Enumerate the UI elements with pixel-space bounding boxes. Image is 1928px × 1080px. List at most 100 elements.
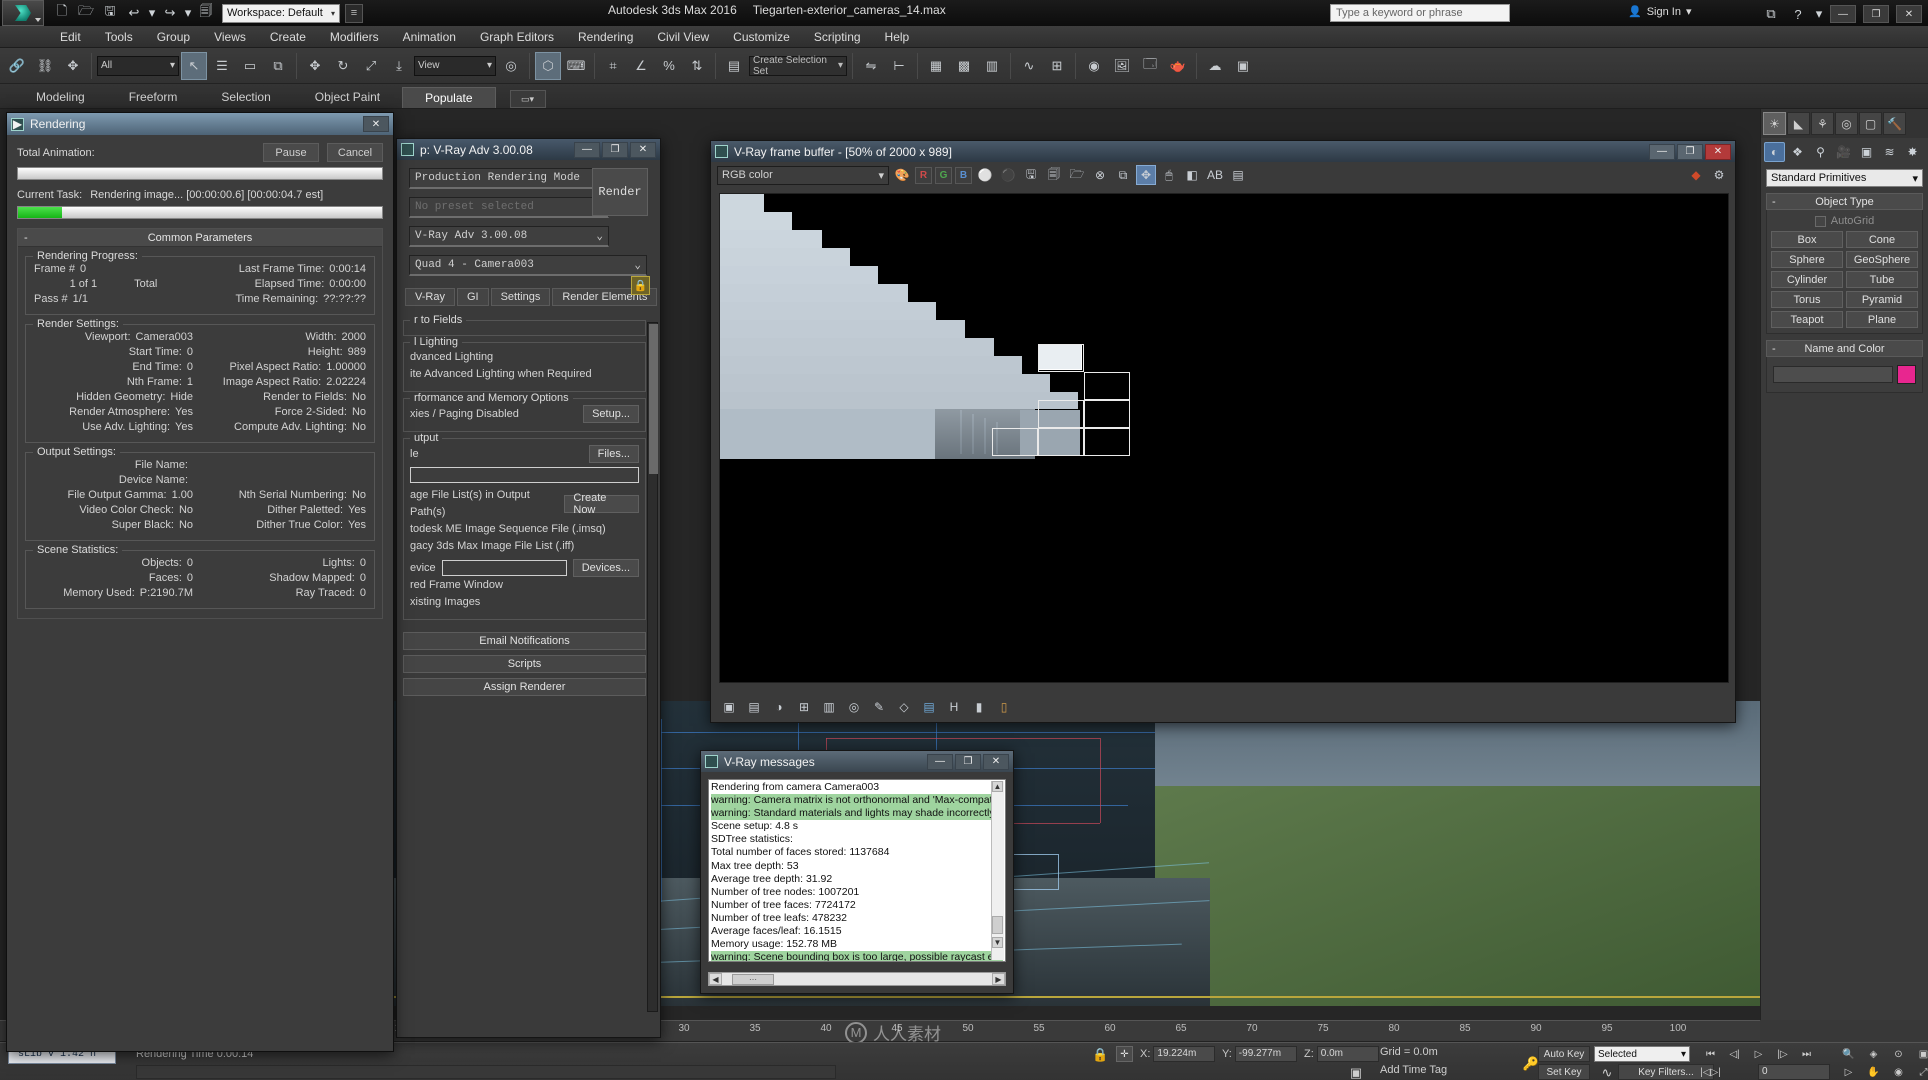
rendering-mode-dropdown[interactable]: Production Rendering Mode ⌄ — [409, 168, 609, 189]
help-icon[interactable]: ? — [1788, 4, 1808, 24]
close-button[interactable]: ✕ — [363, 116, 389, 132]
vfb-titlebar[interactable]: V-Ray frame buffer - [50% of 2000 x 989]… — [711, 141, 1735, 162]
rendered-frame-window-icon[interactable]: 🗔 — [1137, 52, 1163, 80]
tab-settings[interactable]: Settings — [490, 288, 551, 306]
current-frame-input[interactable]: 0 — [1758, 1064, 1830, 1080]
menu-item-create[interactable]: Create — [258, 26, 318, 48]
key-mode-icon[interactable]: |◁▷| — [1700, 1064, 1721, 1080]
object-name-input[interactable] — [1773, 366, 1893, 383]
walkthrough-icon[interactable]: ▷ — [1838, 1064, 1859, 1080]
copy-to-max-frame-buffer-icon[interactable]: ⧉ — [1113, 165, 1133, 185]
lock-view-icon[interactable]: 🔒 — [631, 276, 650, 295]
select-by-name-icon[interactable]: ☰ — [209, 52, 235, 80]
auto-key-button[interactable]: Auto Key — [1538, 1046, 1590, 1062]
histogram-icon[interactable]: ▥ — [819, 697, 839, 717]
command-tab-motion[interactable]: ◎ — [1835, 112, 1858, 135]
ribbon-options-dropdown[interactable]: ▭▾ — [509, 90, 546, 108]
minimize-button[interactable]: — — [1649, 143, 1675, 160]
settings-icon[interactable]: ⚙ — [1709, 165, 1729, 185]
max-application-button[interactable] — [2, 0, 44, 26]
reference-coordinate-system-dropdown[interactable]: View ▾ — [414, 55, 496, 76]
named-selection-set-input[interactable]: Create Selection Set ▾ — [749, 55, 847, 77]
autogrid-row[interactable]: AutoGrid — [1771, 215, 1918, 227]
render-region-icon[interactable]: ✥ — [1136, 165, 1156, 185]
absolute-relative-toggle-icon[interactable]: ✛ — [1116, 1046, 1133, 1062]
view-to-render-dropdown[interactable]: Quad 4 - Camera003 ⌄ — [409, 255, 647, 276]
help-dropdown-icon[interactable]: ▾ — [1815, 4, 1823, 24]
assign-renderer-rollout[interactable]: Assign Renderer — [403, 678, 646, 696]
save-file-line[interactable]: le — [410, 446, 419, 463]
render-setup-icon[interactable]: 🖼 — [1109, 52, 1135, 80]
imsq-option[interactable]: todesk ME Image Sequence File (.imsq) — [410, 521, 639, 538]
zoom-extents-icon[interactable]: ⊙ — [1888, 1046, 1909, 1062]
common-parameters-header[interactable]: - Common Parameters — [18, 229, 382, 247]
workspace-selector[interactable]: Workspace: Default ▾ — [222, 3, 340, 23]
set-key-button[interactable]: Set Key — [1538, 1064, 1590, 1080]
pause-button[interactable]: Pause — [263, 143, 319, 162]
history-icon[interactable]: ▯ — [994, 697, 1014, 717]
stereo-view-icon[interactable]: ◧ — [1182, 165, 1202, 185]
ribbon-tab-object-paint[interactable]: Object Paint — [293, 87, 402, 108]
z-field[interactable]: 0.0m — [1316, 1046, 1379, 1062]
menu-item-graph-editors[interactable]: Graph Editors — [468, 26, 566, 48]
open-icon[interactable]: 🗁 — [76, 3, 96, 23]
command-tab-display[interactable]: ▢ — [1859, 112, 1882, 135]
render-production-icon[interactable]: 🫖 — [1165, 52, 1191, 80]
alpha-channel-icon[interactable]: ⚪ — [975, 165, 995, 185]
zoom-all-icon[interactable]: ◈ — [1863, 1046, 1884, 1062]
selection-filter-dropdown[interactable]: All ▾ — [97, 55, 179, 76]
key-mode-dropdown[interactable]: Selected ▾ — [1594, 1046, 1690, 1062]
zoom-region-icon[interactable]: ▣ — [1913, 1046, 1928, 1062]
save-icon[interactable]: 🖫 — [100, 3, 120, 23]
collapse-icon[interactable]: - — [24, 232, 28, 244]
helpers-icon[interactable]: ▣ — [1856, 142, 1877, 162]
new-icon[interactable]: 🗋 — [52, 3, 72, 23]
red-channel-icon[interactable]: R — [915, 166, 932, 184]
force-color-clamp-icon[interactable]: ▣ — [719, 697, 739, 717]
undo-dropdown-icon[interactable]: ▾ — [148, 3, 156, 23]
green-channel-icon[interactable]: G — [935, 166, 952, 184]
add-time-tag-button[interactable]: Add Time Tag — [1380, 1064, 1498, 1080]
vray-raw-icon[interactable]: ◇ — [894, 697, 914, 717]
scripts-rollout[interactable]: Scripts — [403, 655, 646, 673]
search-input[interactable]: Type a keyword or phrase — [1330, 4, 1510, 22]
bind-to-space-warp-icon[interactable]: ✥ — [60, 52, 86, 80]
render-button[interactable]: Render — [592, 168, 648, 216]
save-all-channels-icon[interactable]: 🗐 — [1044, 165, 1064, 185]
minimize-button[interactable]: — — [574, 141, 600, 158]
redo-icon[interactable]: ↪ — [160, 3, 180, 23]
schematic-view-icon[interactable]: ⊞ — [1044, 52, 1070, 80]
compute-advanced-lighting-option[interactable]: ite Advanced Lighting when Required — [410, 366, 639, 383]
geometry-icon[interactable]: ◐ — [1764, 142, 1785, 162]
material-editor-icon[interactable]: ◉ — [1081, 52, 1107, 80]
pixel-aspect-icon[interactable]: ▤ — [1228, 165, 1248, 185]
render-setup-dialog[interactable]: p: V-Ray Adv 3.00.08 — ❐ ✕ Production Re… — [396, 138, 661, 1038]
monochrome-icon[interactable]: ⚫ — [998, 165, 1018, 185]
create-box-button[interactable]: Box — [1771, 231, 1843, 248]
command-tab-utilities[interactable]: 🔨 — [1883, 112, 1906, 135]
menu-item-views[interactable]: Views — [202, 26, 258, 48]
blue-channel-icon[interactable]: B — [955, 166, 972, 184]
unlink-icon[interactable]: ⛓ — [32, 52, 58, 80]
preset-dropdown[interactable]: No preset selected ⌄ — [409, 197, 609, 218]
create-pyramid-button[interactable]: Pyramid — [1846, 291, 1918, 308]
set-project-icon[interactable]: 🗐 — [196, 3, 216, 23]
horizontal-scrollbar[interactable]: ◀ ⋯ ▶ — [708, 972, 1006, 986]
menu-item-animation[interactable]: Animation — [391, 26, 468, 48]
scroll-left-icon[interactable]: ◀ — [709, 973, 722, 985]
pan-icon[interactable]: ✋ — [1863, 1064, 1884, 1080]
color-swatch-icon[interactable]: 🎨 — [892, 165, 912, 185]
maximize-button[interactable]: ❐ — [602, 141, 628, 158]
ribbon-tab-freeform[interactable]: Freeform — [107, 87, 200, 108]
vray-frame-buffer-window[interactable]: V-Ray frame buffer - [50% of 2000 x 989]… — [710, 140, 1736, 723]
tab-gi[interactable]: GI — [456, 288, 489, 306]
command-tab-hierarchy[interactable]: ⚘ — [1811, 112, 1834, 135]
scene-explorer-icon[interactable]: ▩ — [951, 52, 977, 80]
vray-messages-window[interactable]: V-Ray messages — ❐ ✕ Rendering from came… — [700, 750, 1014, 994]
set-key-curve-icon[interactable]: ∿ — [1596, 1062, 1618, 1080]
scroll-right-icon[interactable]: ▶ — [992, 973, 1005, 985]
spinner-snap-icon[interactable]: ⇅ — [684, 52, 710, 80]
vertical-layout-icon[interactable]: H — [944, 697, 964, 717]
shapes-icon[interactable]: ❖ — [1787, 142, 1808, 162]
render-in-cloud-icon[interactable]: ☁ — [1202, 52, 1228, 80]
